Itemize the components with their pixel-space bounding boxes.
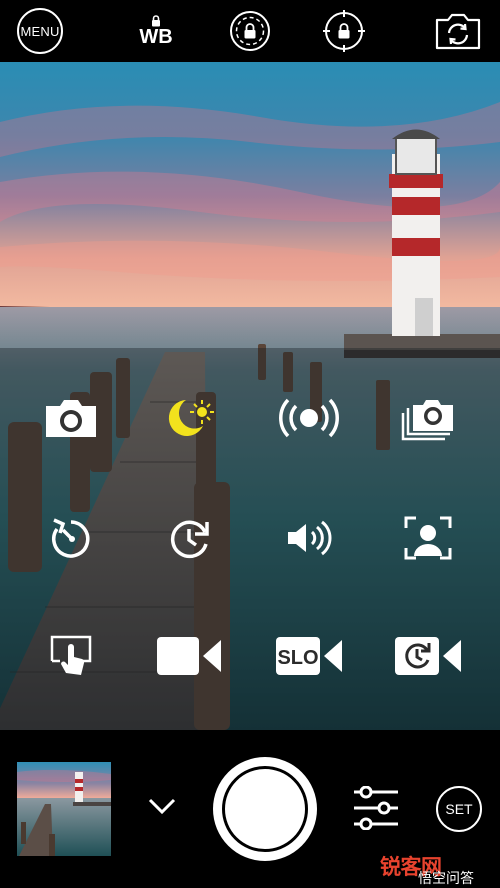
exposure-lock-icon [230,11,270,51]
camera-icon [46,400,96,437]
bottom-bar: SET 锐客网 悟空问答 [0,730,500,888]
watermark-subtitle: 悟空问答 [418,870,474,886]
top-bar: MENU WB [0,0,500,62]
slo-video-icon: SLO [276,637,342,675]
camera-switch-icon [435,13,481,50]
interval-icon [170,520,209,558]
gallery-thumbnail[interactable] [17,762,111,856]
wb-label: WB [139,26,173,48]
video-icon [157,637,221,675]
exposure-lock-button[interactable] [226,8,274,54]
burst-camera-icon [401,400,453,441]
photo-mode-button[interactable] [39,390,103,446]
white-balance-lock-button[interactable]: WB [132,8,180,54]
focus-lock-icon [323,10,365,52]
timelapse-mode-button[interactable] [391,628,465,684]
night-mode-button[interactable] [158,390,222,446]
sound-trigger-mode-button[interactable] [277,510,341,566]
video-mode-button[interactable] [153,628,227,684]
watermark: 锐客网 悟空问答 [378,844,500,888]
touch-shutter-mode-button[interactable] [39,628,103,684]
camera-switch-button[interactable] [434,8,482,54]
broadcast-icon [279,398,339,438]
gallery-thumbnail-image [17,762,111,856]
portrait-mode-button[interactable] [396,510,460,566]
shutter-button[interactable] [213,757,317,861]
settings-label: SET [445,801,473,817]
stabilizer-mode-button[interactable] [277,390,341,446]
interval-mode-button[interactable] [158,510,222,566]
slo-label: SLO [277,647,318,669]
focus-lock-button[interactable] [320,8,368,54]
shutter-inner-ring [222,766,308,852]
timelapse-video-icon [395,637,461,675]
touch-icon [50,635,92,675]
slow-motion-mode-button[interactable]: SLO [272,628,346,684]
self-timer-mode-button[interactable] [39,510,103,566]
menu-label: MENU [17,8,63,54]
chevron-down-icon[interactable] [146,794,178,818]
portrait-icon [404,516,452,560]
burst-mode-button[interactable] [396,390,460,446]
menu-button[interactable]: MENU [16,8,64,54]
timer-icon [52,518,90,558]
settings-button[interactable]: SET [436,786,482,832]
volume-icon [288,520,332,556]
viewfinder[interactable]: SLO [0,62,500,730]
moon-sun-icon [168,400,214,436]
adjustments-sliders-icon[interactable] [352,786,400,830]
